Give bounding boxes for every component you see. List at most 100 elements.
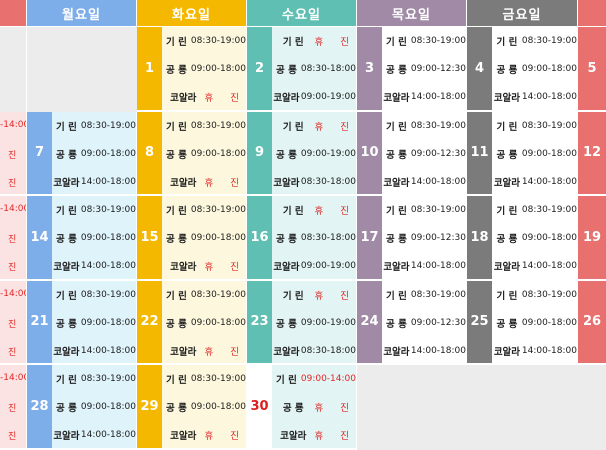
schedule-row-koala: 코알라 14:00-18:00 (382, 252, 466, 279)
doctor-label: 코알라 (493, 262, 521, 273)
schedule-row-giryn: 기 린 08:30-19:00 (382, 112, 466, 140)
saturday-cell[interactable]: 12 (578, 111, 606, 196)
day-cell[interactable]: 16 기 린휴 진공 룡 08:30-18:00 코알라 09:00-19:00 (247, 196, 356, 281)
day-schedule: 기 린 08:30-19:00 공 룡 09:00-18:00 코알라 휴 진 (162, 281, 246, 364)
day-number: 26 (582, 314, 602, 330)
day-cell[interactable]: 3기 린 08:30-19:00 공 룡 09:00-12:30 코알라 14:00-18… (357, 27, 466, 112)
schedule-row-gongryong: 공 룡 08:30-18:00 (272, 55, 356, 83)
day-number: 22 (137, 280, 162, 363)
day-cell[interactable]: 22 기 린 08:30-19:00 공 룡 09:00-18:00 코알라 휴 진 (137, 280, 246, 365)
hours-text: 08:30-18:00 (300, 345, 356, 356)
doctor-label: 코알라 (383, 346, 410, 358)
day-number: 3 (357, 27, 382, 110)
saturday-cell[interactable]: 19 (578, 196, 606, 281)
hours-text: 14:00-18:00 (521, 92, 577, 102)
day-number: 10 (357, 111, 382, 194)
doctor-label: 코알라 (53, 346, 80, 358)
day-number: 28 (27, 365, 52, 448)
hours-text: 휴 진 (204, 346, 246, 358)
day-schedule: 기 린휴 진공 룡 09:00-19:00 코알라 08:30-18:00 (272, 281, 356, 364)
hours-text: 09:00-18:00 (521, 317, 577, 328)
schedule-row-gongryong: 공 룡 09:00-18:00 (162, 224, 246, 252)
day-schedule: 기 린 08:30-19:00 공 룡 09:00-18:00 코알라 14:00-18:… (52, 196, 136, 279)
doctor-label: 기 린 (166, 206, 187, 217)
saturday-cell[interactable]: 5 (578, 27, 606, 112)
hours-text: 14:00-18:00 (410, 176, 466, 187)
day-schedule: 기 린 08:30-19:00 공 룡 09:00-18:00 코알라 14:00-18:… (492, 112, 577, 195)
empty-cell (27, 27, 137, 112)
doctor-label: 기 린 (496, 206, 518, 217)
schedule-row-gongryong: 공 룡 09:00-18:00 (162, 309, 246, 337)
day-cell[interactable]: 14 기 린 08:30-19:00 공 룡 09:00-18:00 코알라 14:00-1… (27, 196, 136, 281)
day-cell[interactable]: 1기 린 08:30-19:00 공 룡 09:00-18:00 코알라 휴 진 (137, 27, 246, 112)
hours-text: 휴 진 (314, 37, 356, 48)
doctor-label: 기 린 (386, 206, 407, 217)
doctor-label: 공 룡 (166, 234, 187, 245)
hours-text: 09:00-19:00 (300, 317, 356, 328)
hours-text: 휴 진 (204, 93, 246, 104)
schedule-row-giryn: 기 린휴 진 (272, 112, 356, 140)
hours-text: 휴 진 (204, 177, 246, 189)
day-number: 16 (247, 196, 272, 279)
day-cell[interactable]: 9기 린휴 진공 룡 09:00-19:00 코알라 08:30-18:00 (247, 111, 356, 196)
schedule-row-koala: 코알라 14:00-18:00 (382, 337, 466, 364)
doctor-label: 기 린 (386, 290, 407, 302)
schedule-row-giryn: 기 린휴 진 (272, 196, 356, 224)
day-cell[interactable]: 24 기 린 08:30-19:00 공 룡 09:00-12:30 코알라 14:00-1… (357, 280, 466, 365)
day-cell[interactable]: 18 기 린 08:30-19:00 공 룡 09:00-18:00 코알라 14:00-1… (467, 196, 577, 281)
day-cell[interactable]: 7기 린 08:30-19:00 공 룡 09:00-18:00 코알라 14:00-18… (27, 111, 136, 196)
day-cell[interactable]: 17 기 린 08:30-19:00 공 룡 09:00-12:30 코알라 14:00-1… (357, 196, 466, 281)
day-number: 29 (137, 365, 162, 448)
hours-text: 08:30-19:00 (190, 205, 246, 215)
schedule-row-giryn: 기 린 08:30-19:00 (382, 281, 466, 309)
header-tuesday: 화요일 (137, 0, 246, 26)
hours-text: 09:00-12:30 (410, 233, 466, 243)
schedule-row-koala: 코알라 14:00-18:00 (492, 83, 577, 110)
day-cell[interactable]: 2기 린휴 진공 룡 08:30-18:00 코알라 09:00-19:00 (247, 27, 356, 112)
schedule-row-giryn: 기 린 08:30-19:00 (492, 196, 577, 224)
header-friday: 금요일 (467, 0, 577, 26)
hours-text: 09:00-14:00 (300, 374, 356, 384)
doctor-label: 코알라 (273, 177, 300, 189)
day-cell[interactable]: 4기 린 08:30-19:00 공 룡 09:00-18:00 코알라 14:00-18… (467, 27, 577, 112)
schedule-row-gongryong: 공 룡 09:00-18:00 (492, 309, 577, 337)
edge-rest: 진 (8, 178, 17, 189)
hours-text: 09:00-18:00 (190, 317, 246, 328)
hours-text: 08:30-19:00 (80, 374, 136, 384)
day-cell[interactable]: 23 기 린휴 진공 룡 09:00-19:00 코알라 08:30-18:00 (247, 280, 356, 365)
day-cell[interactable]: 28 기 린 08:30-19:00 공 룡 09:00-18:00 코알라 14:00-1… (27, 365, 136, 450)
edge-rest: 진 (8, 347, 17, 358)
saturday-cell[interactable]: 26 (578, 280, 606, 365)
calendar: 월요일 화요일 수요일 목요일 금요일 1기 린 08:30-19:00 공 룡 09… (0, 0, 606, 450)
hours-text: 09:00-18:00 (521, 148, 577, 159)
doctor-label: 기 린 (386, 37, 407, 48)
day-cell[interactable]: 10 기 린 08:30-19:00 공 룡 09:00-12:30 코알라 14:00-1… (357, 111, 466, 196)
day-number: 5 (587, 60, 597, 76)
doctor-label: 코알라 (383, 262, 410, 273)
hours-text: 08:30-19:00 (80, 120, 136, 131)
schedule-row-giryn: 기 린 08:30-19:00 (492, 27, 577, 55)
hours-text: 08:30-19:00 (190, 120, 246, 131)
edge-time: -14:00 (0, 373, 26, 383)
day-cell[interactable]: 8기 린 08:30-19:00 공 룡 09:00-18:00 코알라 휴 진 (137, 111, 246, 196)
hours-text: 08:30-18:00 (300, 64, 356, 74)
hours-text: 08:30-19:00 (410, 289, 466, 300)
day-cell[interactable]: 15 기 린 08:30-19:00 공 룡 09:00-18:00 코알라 휴 진 (137, 196, 246, 281)
schedule-row-giryn: 기 린 08:30-19:00 (492, 281, 577, 309)
day-number: 12 (582, 145, 602, 161)
doctor-label: 코알라 (170, 262, 197, 273)
day-cell[interactable]: 29 기 린 08:30-19:00 공 룡 09:00-18:00 코알라 휴 진 (137, 365, 246, 450)
day-number: 19 (582, 229, 602, 245)
day-number: 2 (247, 27, 272, 110)
schedule-row-koala: 코알라 14:00-18:00 (382, 83, 466, 110)
day-cell[interactable]: 21 기 린 08:30-19:00 공 룡 09:00-18:00 코알라 14:00-1… (27, 280, 136, 365)
doctor-label: 코알라 (493, 93, 521, 104)
hours-text: 휴 진 (314, 431, 356, 442)
day-cell[interactable]: 25 기 린 08:30-19:00 공 룡 09:00-18:00 코알라 14:00-1… (467, 280, 577, 365)
schedule-row-gongryong: 공 룡 09:00-18:00 (162, 55, 246, 83)
hours-text: 14:00-18:00 (410, 261, 466, 271)
day-cell[interactable]: 11 기 린 08:30-19:00 공 룡 09:00-18:00 코알라 14:00-1… (467, 111, 577, 196)
schedule-row-giryn: 기 린 08:30-19:00 (382, 27, 466, 55)
day-cell[interactable]: 30 기 린 09:00-14:00 공 룡휴 진 코알라 휴 진 (247, 365, 356, 450)
doctor-label: 공 룡 (386, 149, 407, 161)
